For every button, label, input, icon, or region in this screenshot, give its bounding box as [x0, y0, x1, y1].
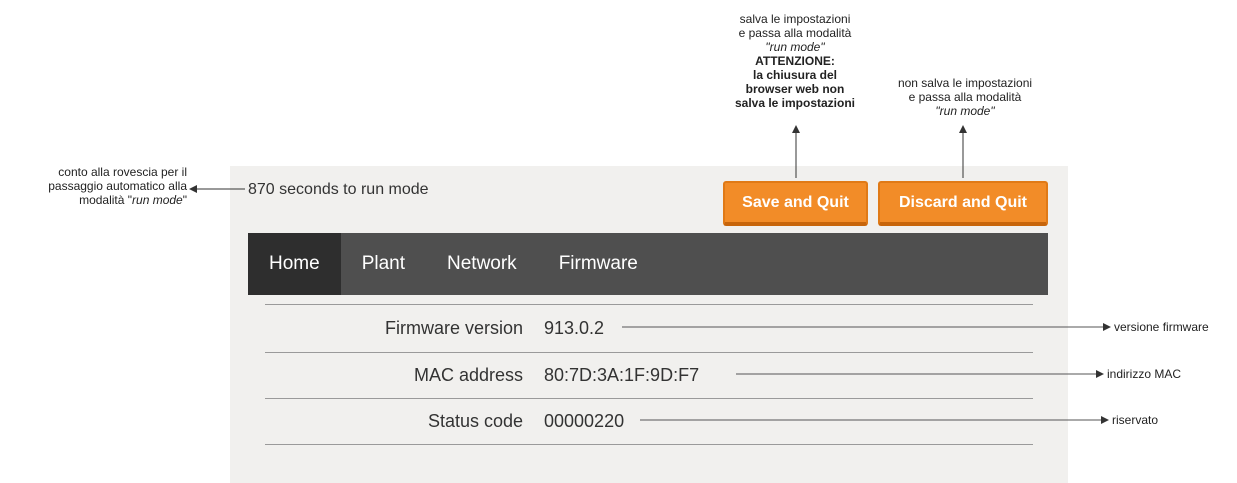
annotation-status: riservato [1112, 413, 1159, 427]
annotation-firmware: versione firmware [1114, 320, 1209, 334]
annotation-arrows [189, 125, 1111, 424]
annotation-save: salva le impostazioni e passa alla modal… [734, 12, 856, 110]
annotation-discard: non salva le impostazioni e passa alla m… [897, 76, 1033, 118]
annotation-mac: indirizzo MAC [1107, 367, 1182, 381]
annotation-countdown: conto alla rovescia per il passaggio aut… [48, 165, 187, 207]
